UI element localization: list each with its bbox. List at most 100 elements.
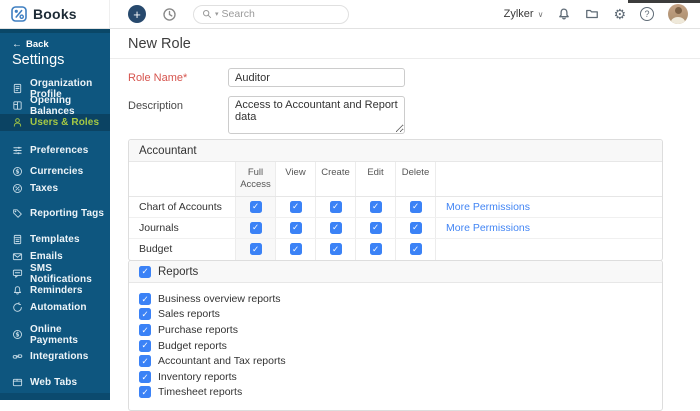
column-delete: Delete — [395, 162, 435, 196]
brand-name: Books — [33, 6, 77, 22]
sidebar-item-online-payments[interactable]: $ Online Payments — [0, 326, 110, 343]
column-full-access: Full Access — [235, 162, 275, 196]
screen-edge-artifact — [628, 0, 700, 3]
search-scope-caret-icon[interactable]: ▾ — [215, 10, 219, 18]
chart-of-accounts-full-access-checkbox[interactable] — [250, 201, 262, 213]
sidebar-item-templates[interactable]: Templates — [0, 231, 110, 248]
automation-refresh-icon — [12, 302, 23, 313]
svg-text:$: $ — [15, 169, 19, 176]
sidebar-item-preferences[interactable]: Preferences — [0, 142, 110, 159]
description-row: Description Access to Accountant and Rep… — [128, 96, 700, 134]
journals-full-access-checkbox[interactable] — [250, 222, 262, 234]
budget-edit-checkbox[interactable] — [370, 243, 382, 255]
report-item-inventory: Inventory reports — [133, 369, 652, 385]
user-avatar[interactable] — [668, 4, 688, 24]
accountant-tax-reports-checkbox[interactable] — [139, 355, 151, 367]
page-title: New Role — [128, 36, 191, 52]
report-item-budget: Budget reports — [133, 338, 652, 354]
description-label: Description — [128, 96, 228, 134]
sidebar-title: Settings — [0, 51, 110, 80]
sidebar-item-currencies[interactable]: $ Currencies — [0, 163, 110, 180]
reports-section-checkbox[interactable] — [139, 266, 151, 278]
settings-sidebar: ← Back Settings Organization Profile Ope… — [0, 29, 110, 400]
sidebar-item-taxes[interactable]: Taxes — [0, 180, 110, 197]
budget-full-access-checkbox[interactable] — [250, 243, 262, 255]
journals-view-checkbox[interactable] — [290, 222, 302, 234]
chart-of-accounts-edit-checkbox[interactable] — [370, 201, 382, 213]
sidebar-item-users-roles[interactable]: Users & Roles — [0, 114, 110, 131]
timesheet-reports-checkbox[interactable] — [139, 386, 151, 398]
back-arrow-icon: ← — [12, 39, 22, 50]
sms-chat-icon — [12, 268, 23, 279]
reports-panel: Reports Business overview reports Sales … — [128, 260, 663, 411]
reports-list: Business overview reports Sales reports … — [129, 283, 662, 410]
settings-gear-icon[interactable]: ⚙ — [613, 7, 626, 21]
top-bar: Books + ▾ Zylker ∨ ⚙ — [0, 0, 700, 29]
budget-delete-checkbox[interactable] — [410, 243, 422, 255]
journals-more-permissions-link[interactable]: More Permissions — [446, 222, 530, 234]
online-payments-icon: $ — [12, 329, 23, 340]
budget-create-checkbox[interactable] — [330, 243, 342, 255]
chart-of-accounts-delete-checkbox[interactable] — [410, 201, 422, 213]
budget-reports-checkbox[interactable] — [139, 340, 151, 352]
report-item-sales: Sales reports — [133, 307, 652, 323]
purchase-reports-checkbox[interactable] — [139, 324, 151, 336]
permission-row-journals: Journals More Permissions — [129, 218, 662, 239]
reminders-bell-icon — [12, 285, 23, 296]
notifications-bell-icon[interactable] — [557, 7, 571, 21]
recent-history-button[interactable] — [162, 7, 177, 22]
sidebar-item-automation[interactable]: Automation — [0, 299, 110, 316]
reports-panel-title: Reports — [158, 266, 198, 278]
history-clock-icon — [162, 7, 177, 22]
accountant-permissions-panel: Accountant Full Access View Create Edit … — [128, 139, 663, 261]
role-form: Role Name* Description Access to Account… — [110, 59, 700, 134]
reports-panel-header: Reports — [129, 261, 662, 283]
help-icon[interactable]: ? — [640, 7, 654, 21]
users-roles-icon — [12, 117, 23, 128]
back-button[interactable]: ← Back — [0, 33, 110, 51]
sidebar-item-reminders[interactable]: Reminders — [0, 282, 110, 299]
accountant-panel-header: Accountant — [129, 140, 662, 162]
documents-folder-icon[interactable] — [585, 7, 599, 21]
column-create: Create — [315, 162, 355, 196]
chevron-down-icon: ∨ — [538, 10, 544, 19]
quick-create-button[interactable]: + — [128, 5, 146, 23]
role-name-input[interactable] — [228, 68, 405, 87]
sidebar-bottom-strip — [0, 393, 110, 400]
journals-delete-checkbox[interactable] — [410, 222, 422, 234]
business-overview-reports-checkbox[interactable] — [139, 293, 151, 305]
organization-profile-icon — [12, 83, 23, 94]
emails-envelope-icon — [12, 251, 23, 262]
integrations-link-icon — [12, 351, 23, 362]
search-input[interactable] — [222, 8, 340, 20]
sidebar-item-integrations[interactable]: Integrations — [0, 348, 110, 365]
web-tabs-icon — [12, 377, 23, 388]
sales-reports-checkbox[interactable] — [139, 308, 151, 320]
sidebar-item-opening-balances[interactable]: Opening Balances — [0, 97, 110, 114]
organization-name: Zylker — [504, 8, 534, 20]
permission-row-budget: Budget — [129, 239, 662, 260]
journals-create-checkbox[interactable] — [330, 222, 342, 234]
chart-of-accounts-view-checkbox[interactable] — [290, 201, 302, 213]
templates-icon — [12, 234, 23, 245]
sidebar-item-sms-notifications[interactable]: SMS Notifications — [0, 265, 110, 282]
search-bar[interactable]: ▾ — [193, 5, 349, 24]
journals-edit-checkbox[interactable] — [370, 222, 382, 234]
reporting-tags-icon — [12, 208, 23, 219]
description-input[interactable]: Access to Accountant and Report data — [228, 96, 405, 134]
report-item-accountant-tax: Accountant and Tax reports — [133, 353, 652, 369]
budget-view-checkbox[interactable] — [290, 243, 302, 255]
top-bar-main: + ▾ Zylker ∨ ⚙ ? — [110, 0, 700, 28]
chart-of-accounts-more-permissions-link[interactable]: More Permissions — [446, 201, 530, 213]
preferences-sliders-icon — [12, 145, 23, 156]
brand-logo[interactable]: Books — [0, 0, 110, 28]
sidebar-item-web-tabs[interactable]: Web Tabs — [0, 374, 110, 391]
chart-of-accounts-create-checkbox[interactable] — [330, 201, 342, 213]
organization-selector[interactable]: Zylker ∨ — [504, 8, 544, 20]
column-edit: Edit — [355, 162, 395, 196]
sidebar-item-reporting-tags[interactable]: Reporting Tags — [0, 205, 110, 222]
inventory-reports-checkbox[interactable] — [139, 371, 151, 383]
accountant-panel-title: Accountant — [139, 145, 197, 157]
permissions-column-headers: Full Access View Create Edit Delete — [129, 162, 662, 197]
report-item-business-overview: Business overview reports — [133, 291, 652, 307]
